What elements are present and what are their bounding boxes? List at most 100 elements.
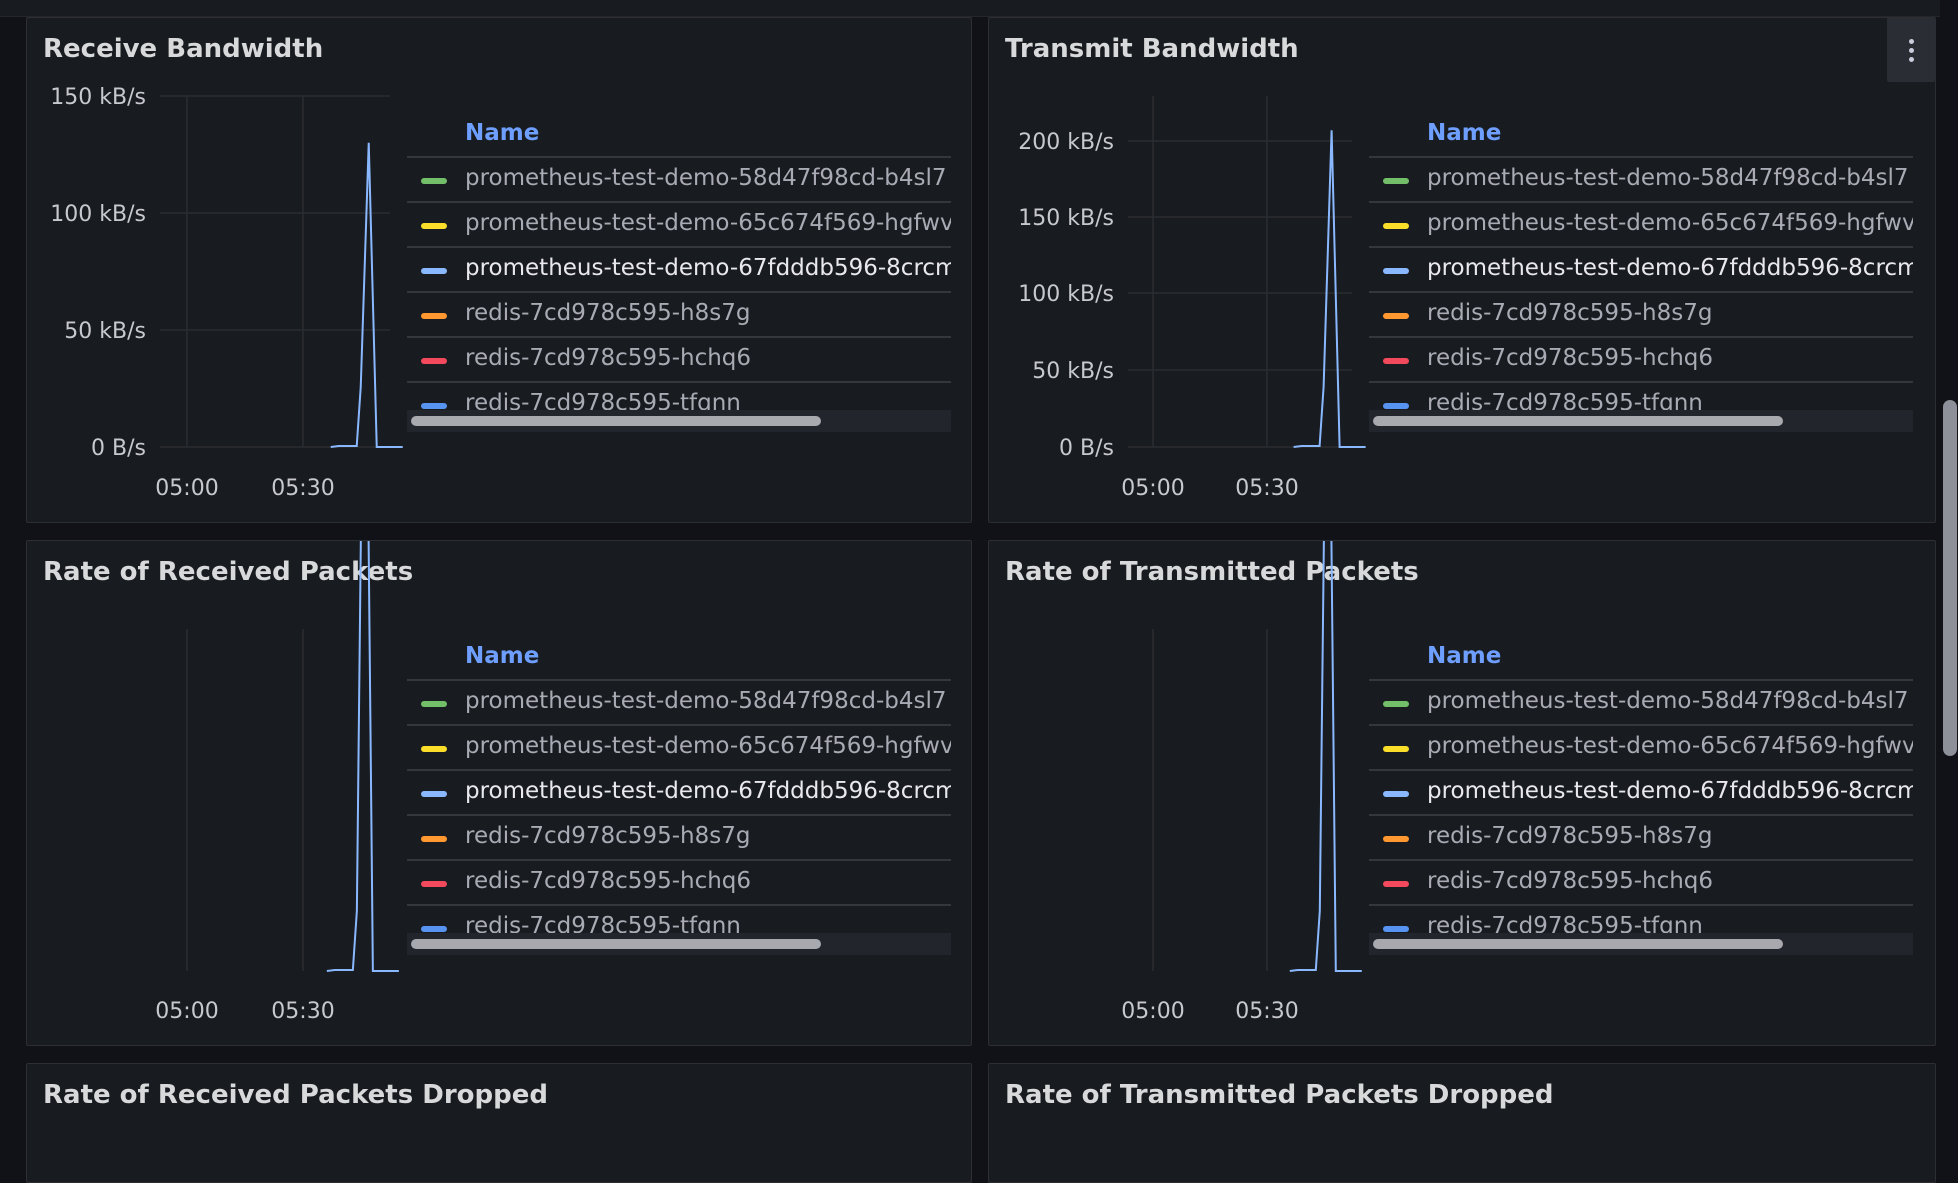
legend-item[interactable]: prometheus-test-demo-67fdddb596-8crcm	[1369, 248, 1913, 293]
y-tick-label: 50 kB/s	[1032, 359, 1114, 384]
legend-item[interactable]: prometheus-test-demo-58d47f98cd-b4sl7	[1369, 158, 1913, 203]
legend-item-label: prometheus-test-demo-58d47f98cd-b4sl7	[1427, 165, 1909, 191]
legend-item[interactable]: prometheus-test-demo-58d47f98cd-b4sl7	[1369, 681, 1913, 726]
series-color-swatch	[421, 358, 447, 364]
legend-item-label: redis-7cd978c595-hchq6	[1427, 345, 1714, 371]
legend-item[interactable]: redis-7cd978c595-h8s7g	[1369, 816, 1913, 861]
series-color-swatch	[421, 881, 447, 887]
legend-item[interactable]: redis-7cd978c595-tfqnn	[1369, 906, 1913, 936]
transmitted-packets-chart[interactable]: 2 kp/s1.50 kp/s1 kp/s500 p/s0 p/s05:0005…	[989, 541, 1389, 1041]
dashboard-top-edge	[0, 0, 1940, 17]
legend-item[interactable]: redis-7cd978c595-h8s7g	[407, 293, 951, 338]
legend-item-label: prometheus-test-demo-67fdddb596-8crcm	[1427, 255, 1913, 281]
legend-horizontal-scrollbar[interactable]	[407, 410, 951, 432]
transmit-bandwidth-chart[interactable]: 200 kB/s 150 kB/s 100 kB/s 50 kB/s 0 B/s 05:0…	[989, 18, 1389, 518]
legend-item-label: redis-7cd978c595-h8s7g	[465, 823, 751, 849]
series-color-swatch	[421, 403, 447, 409]
page-scrollbar[interactable]	[1940, 400, 1958, 760]
series-line	[1293, 130, 1366, 448]
panel-rate-transmitted-packets-dropped: Rate of Transmitted Packets Dropped	[988, 1063, 1936, 1183]
legend-horizontal-scrollbar[interactable]	[407, 933, 951, 955]
panel-rate-transmitted-packets: Rate of Transmitted Packets 2 kp/s1.50 k…	[988, 540, 1936, 1046]
legend-item-label: redis-7cd978c595-h8s7g	[465, 300, 751, 326]
series-color-swatch	[1383, 701, 1409, 707]
chart-legend: Name prometheus-test-demo-58d47f98cd-b4sl…	[407, 98, 951, 438]
legend-item[interactable]: prometheus-test-demo-65c674f569-hgfwv	[1369, 203, 1913, 248]
legend-item-label: prometheus-test-demo-67fdddb596-8crcm	[465, 255, 951, 281]
legend-name-header[interactable]: Name	[465, 643, 539, 669]
series-color-swatch	[421, 313, 447, 319]
legend-item[interactable]: prometheus-test-demo-58d47f98cd-b4sl7	[407, 158, 951, 203]
scrollbar-thumb[interactable]	[411, 939, 821, 949]
legend-item[interactable]: redis-7cd978c595-hchq6	[1369, 861, 1913, 906]
series-color-swatch	[1383, 403, 1409, 409]
legend-item-label: prometheus-test-demo-65c674f569-hgfwv	[1427, 210, 1913, 236]
series-color-swatch	[1383, 746, 1409, 752]
scrollbar-thumb[interactable]	[1943, 400, 1957, 756]
panel-title[interactable]: Rate of Received Packets Dropped	[43, 1080, 548, 1110]
y-tick-label: 100 kB/s	[50, 202, 146, 227]
receive-bandwidth-chart[interactable]: 150 kB/s 100 kB/s 50 kB/s 0 B/s 05:00 05:30	[27, 18, 427, 518]
panel-title[interactable]: Rate of Transmitted Packets Dropped	[1005, 1080, 1554, 1110]
legend-name-header[interactable]: Name	[1427, 120, 1501, 146]
legend-item[interactable]: redis-7cd978c595-hchq6	[407, 338, 951, 383]
y-tick-label: 0 B/s	[91, 436, 146, 461]
y-tick-label: 50 kB/s	[64, 319, 146, 344]
legend-item[interactable]: redis-7cd978c595-tfqnn	[407, 383, 951, 413]
y-tick-label: 0 B/s	[1059, 436, 1114, 461]
chart-legend: Name prometheus-test-demo-58d47f98cd-b4sl…	[407, 621, 951, 961]
legend-item[interactable]: prometheus-test-demo-65c674f569-hgfwv	[407, 203, 951, 248]
x-tick-label: 05:30	[271, 999, 334, 1024]
legend-item[interactable]: redis-7cd978c595-h8s7g	[1369, 293, 1913, 338]
series-line	[330, 142, 403, 448]
panel-receive-bandwidth: Receive Bandwidth 150 kB/s 100 kB/s 50 kB/…	[26, 17, 972, 523]
legend-horizontal-scrollbar[interactable]	[1369, 933, 1913, 955]
legend-item[interactable]: redis-7cd978c595-hchq6	[1369, 338, 1913, 383]
legend-item[interactable]: redis-7cd978c595-tfqnn	[1369, 383, 1913, 413]
series-color-swatch	[421, 836, 447, 842]
series-color-swatch	[421, 268, 447, 274]
legend-item-label: redis-7cd978c595-hchq6	[1427, 868, 1714, 894]
chart-legend: Name prometheus-test-demo-58d47f98cd-b4sl…	[1369, 98, 1913, 438]
chart-legend: Name prometheus-test-demo-58d47f98cd-b4sl…	[1369, 621, 1913, 961]
legend-item-label: prometheus-test-demo-58d47f98cd-b4sl7	[1427, 688, 1909, 714]
series-color-swatch	[1383, 358, 1409, 364]
legend-item-label: prometheus-test-demo-65c674f569-hgfwv	[465, 210, 951, 236]
series-color-swatch	[1383, 791, 1409, 797]
legend-item[interactable]: prometheus-test-demo-67fdddb596-8crcm	[407, 248, 951, 293]
series-color-swatch	[421, 746, 447, 752]
series-line	[1289, 541, 1362, 972]
legend-item-label: prometheus-test-demo-67fdddb596-8crcm	[465, 778, 951, 804]
legend-name-header[interactable]: Name	[1427, 643, 1501, 669]
legend-item[interactable]: redis-7cd978c595-h8s7g	[407, 816, 951, 861]
series-color-swatch	[1383, 313, 1409, 319]
x-tick-label: 05:30	[1235, 476, 1298, 501]
series-color-swatch	[1383, 926, 1409, 932]
menu-dot-icon	[1909, 57, 1914, 62]
scrollbar-thumb[interactable]	[1373, 939, 1783, 949]
y-tick-label: 150 kB/s	[1018, 206, 1114, 231]
legend-item[interactable]: prometheus-test-demo-58d47f98cd-b4sl7	[407, 681, 951, 726]
legend-item[interactable]: prometheus-test-demo-67fdddb596-8crcm	[1369, 771, 1913, 816]
legend-item[interactable]: prometheus-test-demo-65c674f569-hgfwv	[1369, 726, 1913, 771]
panel-menu-button[interactable]	[1887, 18, 1935, 82]
legend-horizontal-scrollbar[interactable]	[1369, 410, 1913, 432]
series-color-swatch	[1383, 268, 1409, 274]
legend-item[interactable]: prometheus-test-demo-67fdddb596-8crcm	[407, 771, 951, 816]
received-packets-chart[interactable]: 2 kp/s1.50 kp/s1 kp/s500 p/s0 p/s05:0005…	[27, 541, 427, 1041]
scrollbar-thumb[interactable]	[411, 416, 821, 426]
legend-item-label: prometheus-test-demo-65c674f569-hgfwv	[1427, 733, 1913, 759]
menu-dot-icon	[1909, 48, 1914, 53]
legend-item-label: prometheus-test-demo-58d47f98cd-b4sl7	[465, 165, 947, 191]
legend-item-label: redis-7cd978c595-h8s7g	[1427, 300, 1713, 326]
x-tick-label: 05:30	[1235, 999, 1298, 1024]
legend-item-label: prometheus-test-demo-65c674f569-hgfwv	[465, 733, 951, 759]
legend-name-header[interactable]: Name	[465, 120, 539, 146]
x-tick-label: 05:00	[1121, 999, 1184, 1024]
legend-item[interactable]: redis-7cd978c595-hchq6	[407, 861, 951, 906]
scrollbar-thumb[interactable]	[1373, 416, 1783, 426]
series-color-swatch	[1383, 178, 1409, 184]
legend-item[interactable]: redis-7cd978c595-tfqnn	[407, 906, 951, 936]
legend-item-label: redis-7cd978c595-h8s7g	[1427, 823, 1713, 849]
legend-item[interactable]: prometheus-test-demo-65c674f569-hgfwv	[407, 726, 951, 771]
